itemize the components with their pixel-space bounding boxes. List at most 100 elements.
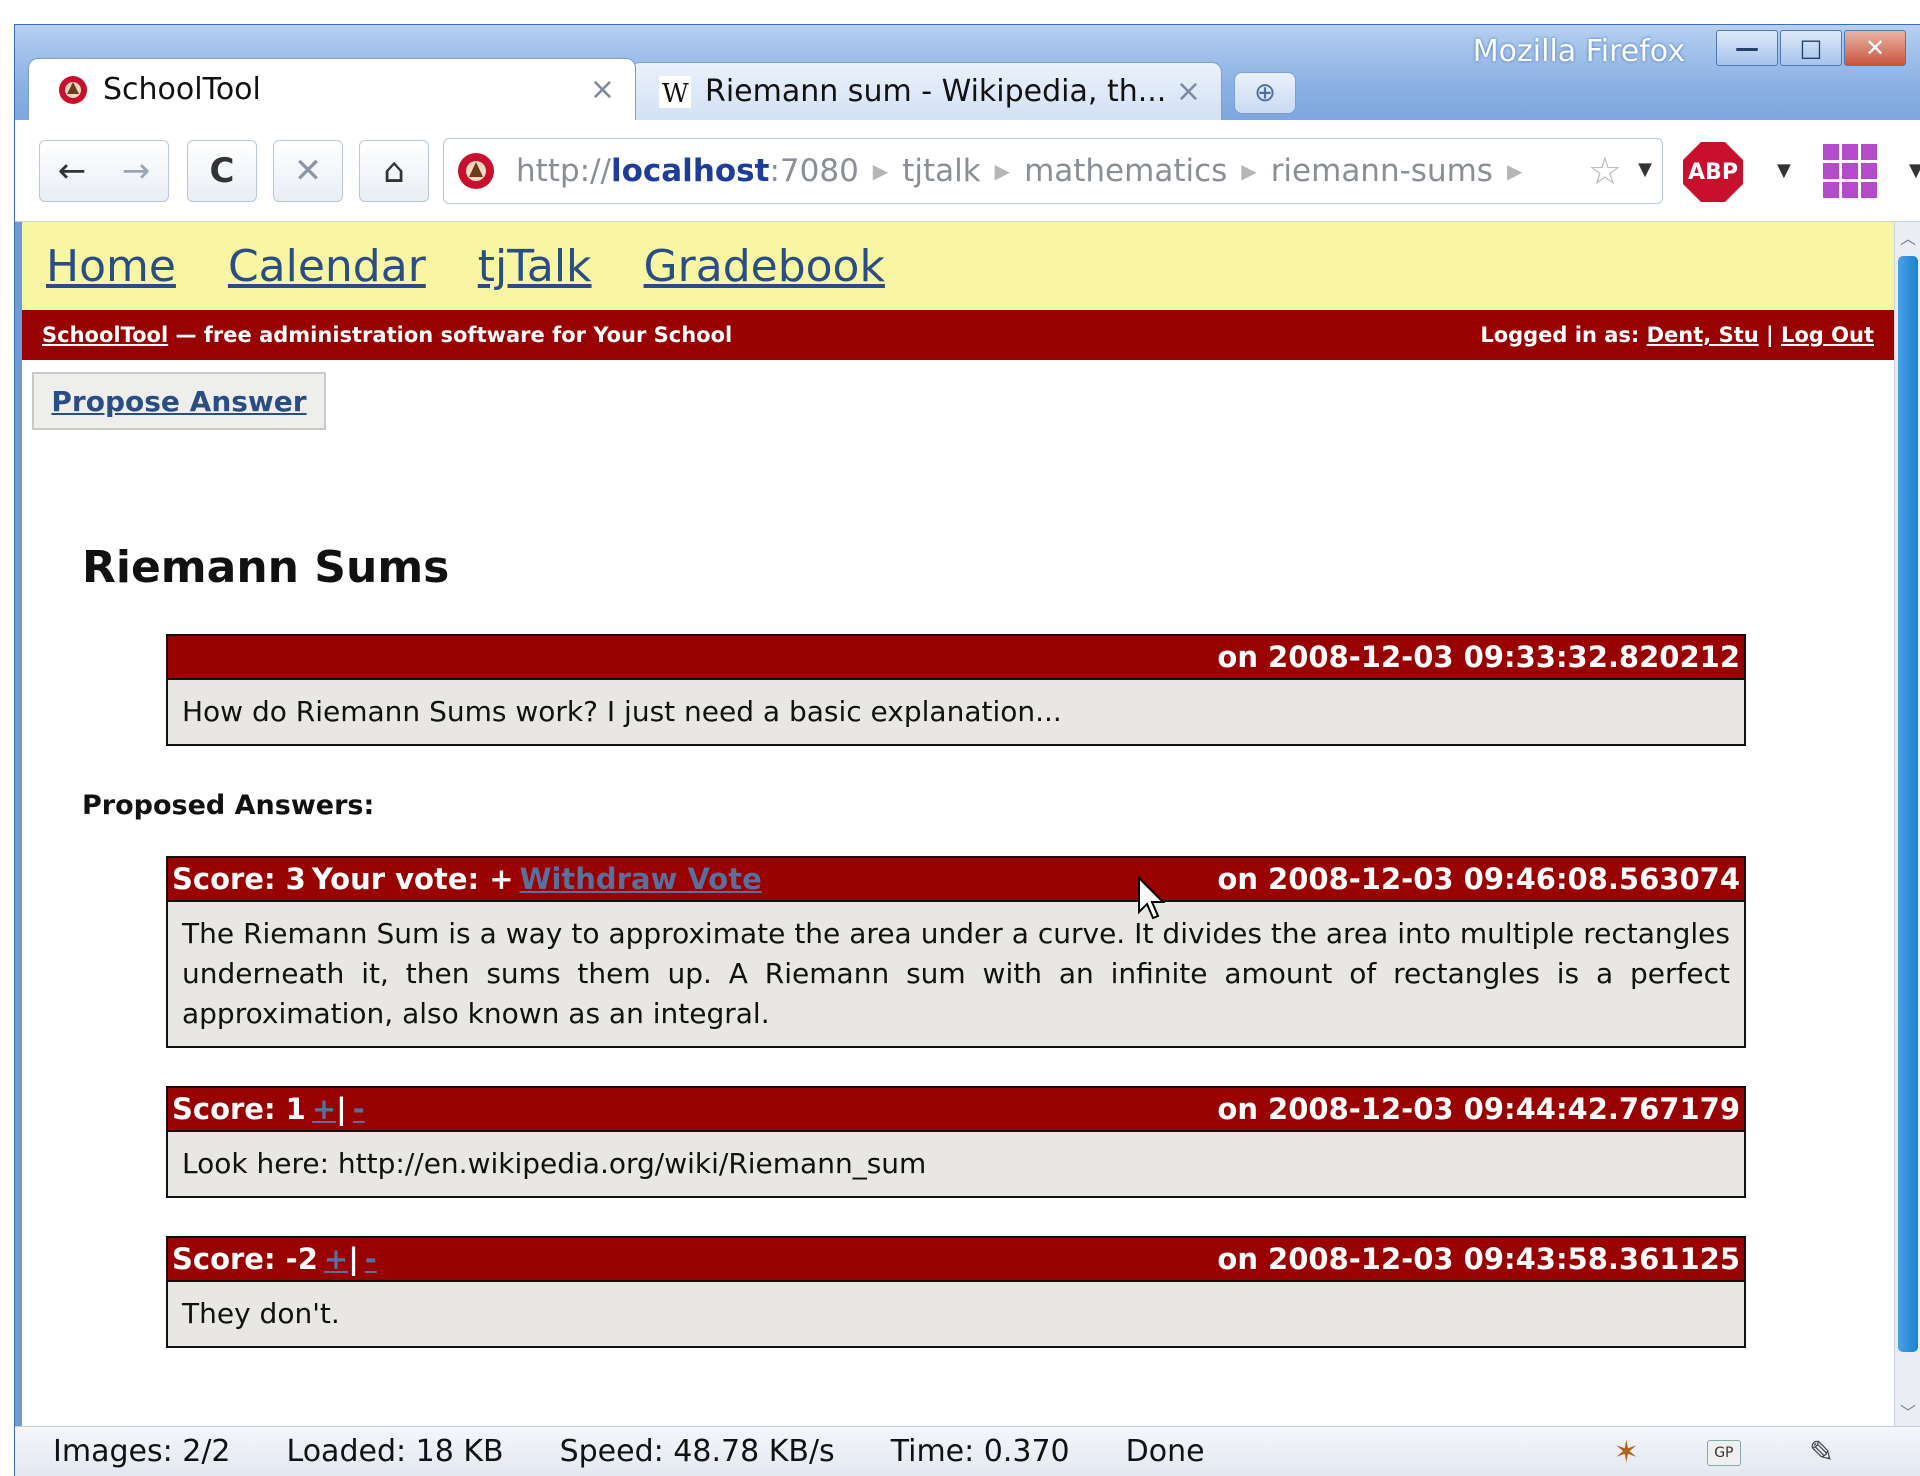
answers-heading: Proposed Answers: — [82, 790, 375, 821]
dropdown-arrow-icon[interactable]: ▼ — [1638, 159, 1652, 180]
apps-grid-icon[interactable] — [1823, 144, 1877, 198]
score: Score: 1 — [172, 1092, 306, 1126]
breadcrumb-arrow-icon: ▶ — [1506, 159, 1523, 183]
scroll-up-arrow-icon[interactable]: ︿ — [1895, 224, 1920, 250]
back-arrow-icon[interactable]: ← — [40, 151, 104, 191]
your-vote: Your vote: + — [311, 862, 514, 896]
tab-close-icon[interactable]: × — [590, 72, 615, 107]
breadcrumb-arrow-icon: ▶ — [994, 159, 1011, 183]
tab-label: SchoolTool — [103, 72, 261, 107]
schooltool-favicon-icon — [59, 75, 87, 104]
tagline: — free administration software for Your … — [168, 323, 733, 347]
score: Score: -2 — [172, 1242, 318, 1276]
status-speed: Speed: 48.78 KB/s — [559, 1434, 835, 1469]
post-header-left: Score: -2 +| - — [172, 1242, 377, 1276]
scroll-down-arrow-icon[interactable]: ﹀ — [1895, 1398, 1920, 1424]
schooltool-site-icon — [458, 153, 494, 189]
page-viewport: Home Calendar tjTalk Gradebook SchoolToo… — [22, 222, 1894, 1426]
withdraw-vote-link[interactable]: Withdraw Vote — [520, 862, 762, 896]
forward-arrow-icon[interactable]: → — [104, 151, 168, 191]
nav-link-home[interactable]: Home — [46, 241, 176, 292]
breadcrumb-mathematics[interactable]: mathematics — [1024, 153, 1227, 189]
new-tab-button[interactable]: ⊕ — [1234, 72, 1296, 114]
address-bar[interactable]: http:// localhost :7080 ▶ tjtalk ▶ mathe… — [443, 138, 1663, 204]
vertical-scrollbar[interactable]: ︿ ﹀ — [1894, 222, 1920, 1426]
propose-answer-button[interactable]: Propose Answer — [32, 372, 326, 430]
question-post: on 2008-12-03 09:33:32.820212 How do Rie… — [166, 634, 1746, 746]
status-images: Images: 2/2 — [53, 1434, 231, 1469]
navigation-toolbar: ← → C ✕ ⌂ http:// localhost :7080 ▶ tjta… — [15, 120, 1920, 222]
answer-post: Score: 1 +| - on 2008-12-03 09:44:42.76717… — [166, 1086, 1746, 1198]
vote-separator: | — [336, 1092, 347, 1126]
stop-icon: ✕ — [293, 151, 323, 191]
status-done: Done — [1125, 1434, 1205, 1469]
adblock-plus-icon[interactable]: ABP — [1683, 142, 1743, 202]
mouse-cursor-icon — [1138, 876, 1166, 920]
wikipedia-favicon-icon: W — [659, 75, 691, 108]
reload-icon: C — [209, 151, 235, 191]
user-link[interactable]: Dent, Stu — [1647, 323, 1759, 347]
adblock-dropdown-icon[interactable]: ▼ — [1777, 160, 1791, 181]
gp-icon[interactable]: GP — [1706, 1439, 1741, 1466]
status-loaded: Loaded: 18 KB — [286, 1434, 504, 1469]
post-timestamp: on 2008-12-03 09:43:58.361125 — [1217, 1242, 1740, 1276]
close-window-button[interactable]: ✕ — [1844, 30, 1906, 66]
upvote-link[interactable]: + — [312, 1092, 336, 1126]
infobar-right: Logged in as: Dent, Stu | Log Out — [1480, 323, 1874, 347]
tab-schooltool[interactable]: SchoolTool × — [28, 58, 636, 120]
answer-post: Score: 3 Your vote: + Withdraw Vote on 200… — [166, 856, 1746, 1048]
separator: | — [1758, 323, 1781, 347]
status-bar: Images: 2/2 Loaded: 18 KB Speed: 48.78 K… — [15, 1426, 1920, 1476]
post-header: Score: -2 +| - on 2008-12-03 09:43:58.3611… — [168, 1238, 1744, 1282]
post-timestamp: on 2008-12-03 09:33:32.820212 — [1217, 640, 1740, 674]
url-port: :7080 — [769, 153, 859, 189]
tab-strip: SchoolTool × W Riemann sum - Wikipedia, … — [28, 58, 1296, 120]
answer-post: Score: -2 +| - on 2008-12-03 09:43:58.3611… — [166, 1236, 1746, 1348]
tab-label: Riemann sum - Wikipedia, th... — [705, 74, 1164, 109]
reload-button[interactable]: C — [187, 140, 257, 202]
downvote-link[interactable]: - — [353, 1092, 365, 1126]
home-button[interactable]: ⌂ — [359, 140, 429, 202]
plus-icon: ⊕ — [1254, 78, 1276, 108]
back-forward-group: ← → — [39, 140, 169, 202]
post-header: Score: 1 +| - on 2008-12-03 09:44:42.76717… — [168, 1088, 1744, 1132]
infobar-left: SchoolTool — free administration softwar… — [42, 323, 732, 347]
post-body: They don't. — [182, 1297, 340, 1330]
firebug-icon[interactable]: ✶ — [1614, 1435, 1639, 1470]
bookmark-star-icon[interactable]: ☆ — [1588, 149, 1622, 193]
breadcrumb-arrow-icon: ▶ — [1241, 159, 1257, 183]
tab-close-icon[interactable]: × — [1176, 74, 1201, 109]
nav-link-gradebook[interactable]: Gradebook — [644, 241, 885, 292]
site-navbar: Home Calendar tjTalk Gradebook — [22, 222, 1894, 310]
score: Score: 3 — [172, 862, 306, 896]
post-timestamp: on 2008-12-03 09:46:08.563074 — [1217, 862, 1740, 896]
post-header: Score: 3 Your vote: + Withdraw Vote on 200… — [168, 858, 1744, 902]
maximize-button[interactable]: □ — [1780, 30, 1842, 66]
post-header-left: Score: 3 Your vote: + Withdraw Vote — [172, 862, 762, 896]
window-title: Mozilla Firefox — [1472, 34, 1685, 69]
window-controls: — □ ✕ — [1716, 30, 1906, 66]
upvote-link[interactable]: + — [324, 1242, 348, 1276]
url-scheme: http:// — [516, 153, 611, 189]
post-body: How do Riemann Sums work? I just need a … — [182, 695, 1062, 728]
browser-window: Mozilla Firefox — □ ✕ SchoolTool × W Rie… — [0, 0, 1920, 1476]
tab-wikipedia[interactable]: W Riemann sum - Wikipedia, th... × — [630, 62, 1222, 120]
breadcrumb-tjtalk[interactable]: tjtalk — [902, 153, 980, 189]
status-icons: ✶ GP ✎ — [1614, 1435, 1890, 1470]
breadcrumb-riemann-sums[interactable]: riemann-sums — [1271, 153, 1493, 189]
post-timestamp: on 2008-12-03 09:44:42.767179 — [1217, 1092, 1740, 1126]
nav-link-tjtalk[interactable]: tjTalk — [478, 241, 592, 292]
apps-dropdown-icon[interactable]: ▼ — [1909, 160, 1920, 181]
url-host: localhost — [610, 153, 770, 189]
edit-pen-icon[interactable]: ✎ — [1809, 1435, 1834, 1470]
status-time: Time: 0.370 — [890, 1434, 1070, 1469]
nav-link-calendar[interactable]: Calendar — [228, 241, 426, 292]
scroll-thumb[interactable] — [1898, 256, 1918, 1352]
downvote-link[interactable]: - — [365, 1242, 377, 1276]
stop-button[interactable]: ✕ — [273, 140, 343, 202]
logout-link[interactable]: Log Out — [1781, 323, 1874, 347]
post-header-left: Score: 1 +| - — [172, 1092, 365, 1126]
schooltool-link[interactable]: SchoolTool — [42, 323, 168, 347]
minimize-button[interactable]: — — [1716, 30, 1778, 66]
post-body: Look here: http://en.wikipedia.org/wiki/… — [182, 1147, 927, 1180]
